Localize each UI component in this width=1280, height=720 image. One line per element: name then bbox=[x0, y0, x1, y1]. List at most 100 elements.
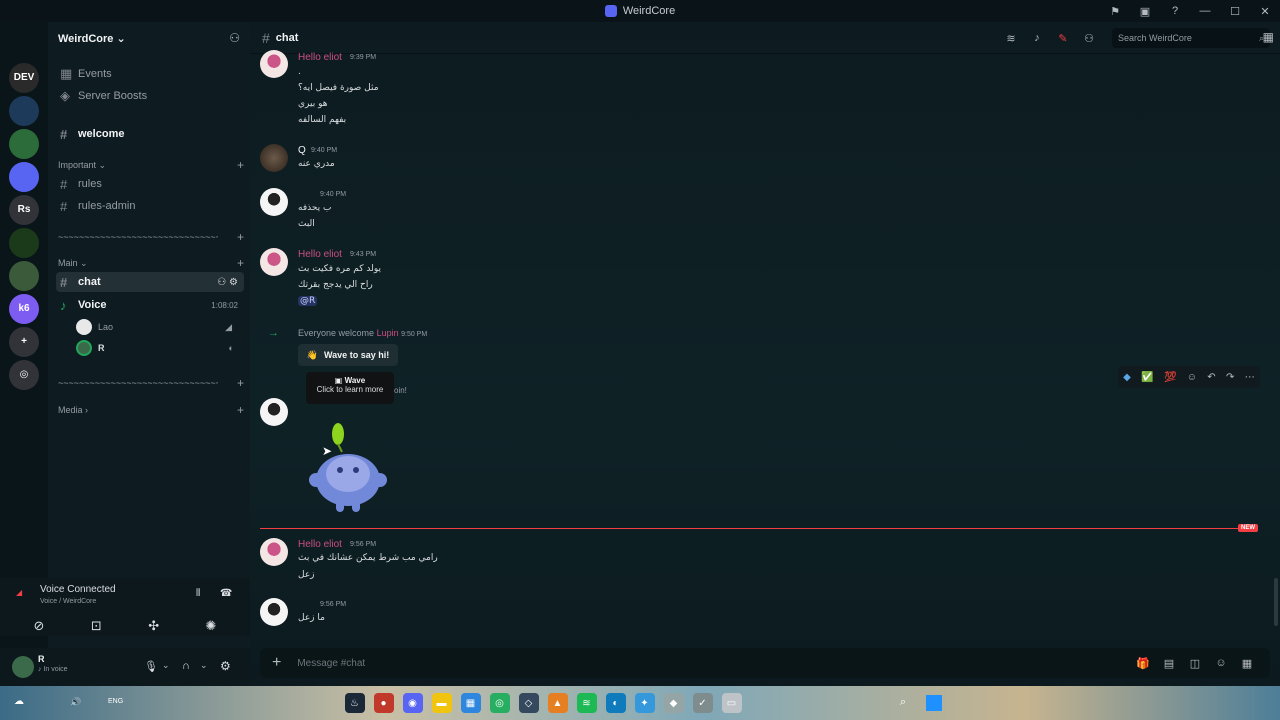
avatar[interactable] bbox=[260, 50, 288, 78]
volume-icon[interactable]: 🔊 bbox=[70, 697, 81, 708]
chevron-down-icon[interactable]: ⌄ bbox=[200, 660, 208, 671]
explore-icon[interactable]: ◎ bbox=[9, 359, 39, 390]
file-explorer-icon[interactable]: ▬ bbox=[431, 693, 452, 713]
camera-icon[interactable]: ⊘ bbox=[12, 616, 66, 636]
microphone-icon[interactable]: 🎙 bbox=[144, 660, 158, 673]
app-light-icon[interactable]: ◆ bbox=[663, 693, 684, 713]
add-reaction-icon[interactable]: ☺ bbox=[1187, 372, 1197, 383]
add-channel-icon[interactable]: + bbox=[237, 230, 244, 244]
apps-icon[interactable]: ▦ bbox=[1234, 655, 1260, 671]
add-channel-icon[interactable]: + bbox=[237, 256, 244, 270]
hundred-reaction-icon[interactable]: 💯 bbox=[1164, 372, 1176, 383]
channel-chat[interactable]: # chat ⚇ ⚙ bbox=[56, 272, 244, 292]
message-author[interactable]: Hello eliot bbox=[298, 539, 342, 550]
noise-suppression-icon[interactable]: ⫴ bbox=[196, 588, 200, 599]
minimize-button[interactable]: — bbox=[1190, 0, 1220, 22]
wave-button[interactable]: 👋 Wave to say hi! bbox=[298, 344, 398, 366]
chevron-down-icon[interactable]: ⌄ bbox=[162, 660, 170, 671]
screen-share-icon[interactable]: ⊡ bbox=[69, 616, 123, 636]
inbox-icon[interactable]: ▣ bbox=[1130, 0, 1160, 22]
category-divider[interactable]: ~~~~~~~~~~~~~~~~~~~~~~~~~~~~~~~~~~~~ + bbox=[58, 376, 244, 390]
maximize-button[interactable]: ☐ bbox=[1220, 0, 1250, 22]
close-button[interactable]: ✕ bbox=[1250, 0, 1280, 22]
discord-icon[interactable]: ◉ bbox=[402, 693, 423, 713]
message-author[interactable]: Hello eliot bbox=[298, 249, 342, 260]
avatar[interactable] bbox=[260, 398, 288, 426]
voice-user[interactable]: Lao ◢ bbox=[76, 317, 242, 337]
avatar[interactable] bbox=[12, 656, 34, 678]
app-blue-icon[interactable]: ✦ bbox=[634, 693, 655, 713]
disconnect-icon[interactable]: ☎ bbox=[220, 588, 232, 599]
threads-icon[interactable]: ≋ bbox=[998, 30, 1024, 46]
server-boosts-item[interactable]: ◈ Server Boosts bbox=[56, 86, 244, 106]
invite-icon[interactable]: ⚇ bbox=[217, 277, 226, 288]
server-landscape-icon[interactable] bbox=[9, 260, 39, 291]
forward-icon[interactable]: ↷ bbox=[1226, 372, 1234, 383]
server-lightning-icon[interactable] bbox=[9, 95, 39, 126]
search-icon[interactable]: ⌕ bbox=[900, 696, 906, 709]
server-k6-icon[interactable]: k6 bbox=[9, 293, 39, 324]
language-indicator[interactable]: ENG bbox=[108, 698, 123, 705]
sticker-icon[interactable]: ◫ bbox=[1182, 655, 1208, 671]
app-launcher-icon[interactable]: ▦ bbox=[1263, 30, 1274, 44]
message-author[interactable]: Q bbox=[298, 145, 306, 156]
add-channel-icon[interactable]: + bbox=[237, 376, 244, 390]
mention-tag[interactable]: @R bbox=[298, 296, 318, 306]
app-dark-icon[interactable]: ◇ bbox=[518, 693, 539, 713]
voice-user[interactable]: R ◐ bbox=[76, 338, 242, 358]
discord-home-icon[interactable] bbox=[9, 29, 39, 60]
bell-icon[interactable]: ♪ bbox=[1024, 30, 1050, 46]
avatar[interactable] bbox=[260, 188, 288, 216]
scrollbar[interactable] bbox=[1274, 578, 1278, 626]
events-item[interactable]: ▦ Events bbox=[56, 64, 244, 84]
add-server-icon[interactable]: + bbox=[9, 326, 39, 357]
voice-connected-subtitle[interactable]: Voice / WeirdCore bbox=[40, 598, 96, 605]
more-icon[interactable]: ⋯ bbox=[1245, 372, 1255, 383]
gift-icon[interactable]: 🎁 bbox=[1130, 655, 1156, 671]
server-bot-icon[interactable] bbox=[9, 161, 39, 192]
pin-icon[interactable]: ✎ bbox=[1050, 30, 1076, 46]
category-divider[interactable]: ~~~~~~~~~~~~~~~~~~~~~~~~~~~~~~~~~~~~ + bbox=[58, 230, 244, 244]
reply-icon[interactable]: ↶ bbox=[1207, 372, 1215, 383]
channel-rules[interactable]: # rules bbox=[56, 174, 244, 194]
settings-gear-icon[interactable]: ⚙ bbox=[220, 659, 231, 673]
message-composer[interactable]: + Message #chat 🎁 ▤ ◫ ☺ ▦ bbox=[260, 648, 1270, 678]
add-attachment-icon[interactable]: + bbox=[272, 654, 281, 672]
server-rs-icon[interactable]: Rs bbox=[9, 194, 39, 225]
emoji-icon[interactable]: ☺ bbox=[1208, 655, 1234, 671]
message-author[interactable]: Hello eliot bbox=[298, 52, 342, 63]
category-main[interactable]: Main ⌄ + bbox=[58, 256, 244, 270]
steam-icon[interactable]: ♨ bbox=[344, 693, 365, 713]
server-green-icon[interactable] bbox=[9, 128, 39, 159]
chrome-icon[interactable]: ◎ bbox=[489, 693, 510, 713]
gif-icon[interactable]: ▤ bbox=[1156, 655, 1182, 671]
store-icon[interactable]: ▦ bbox=[460, 693, 481, 713]
server-ring-icon[interactable] bbox=[9, 227, 39, 258]
welcome-user[interactable]: Lupin bbox=[377, 328, 399, 338]
app-red-icon[interactable]: ● bbox=[373, 693, 394, 713]
brave-icon[interactable]: ▲ bbox=[547, 693, 568, 713]
avatar[interactable] bbox=[260, 538, 288, 566]
soundboard-icon[interactable]: ✺ bbox=[184, 616, 238, 636]
diamond-icon[interactable]: ◆ bbox=[1123, 372, 1131, 383]
activities-icon[interactable]: ✣ bbox=[127, 616, 181, 636]
channel-welcome[interactable]: # welcome bbox=[56, 124, 244, 144]
add-channel-icon[interactable]: + bbox=[237, 403, 244, 417]
server-dev-icon[interactable]: DEV bbox=[9, 62, 39, 93]
add-member-icon[interactable]: ⚇ bbox=[229, 31, 240, 45]
windows-start-icon[interactable] bbox=[926, 695, 942, 711]
edge-icon[interactable]: ◐ bbox=[605, 693, 626, 713]
gear-icon[interactable]: ⚙ bbox=[229, 277, 238, 288]
members-icon[interactable]: ⚇ bbox=[1076, 30, 1102, 46]
category-important[interactable]: Important ⌄ + bbox=[58, 158, 244, 172]
help-icon[interactable]: ? bbox=[1160, 0, 1190, 22]
check-reaction-icon[interactable]: ✅ bbox=[1141, 372, 1153, 383]
app-check-icon[interactable]: ✓ bbox=[692, 693, 713, 713]
search-input[interactable]: Search WeirdCore ⌕ bbox=[1112, 28, 1270, 48]
guild-header[interactable]: WeirdCore ⌄ ⚇ bbox=[48, 22, 250, 54]
avatar[interactable] bbox=[260, 144, 288, 172]
app-window-icon[interactable]: ▭ bbox=[721, 693, 742, 713]
headphones-icon[interactable]: ∩ bbox=[182, 660, 190, 672]
weather-icon[interactable]: ☁ bbox=[14, 696, 24, 707]
avatar[interactable] bbox=[260, 598, 288, 626]
